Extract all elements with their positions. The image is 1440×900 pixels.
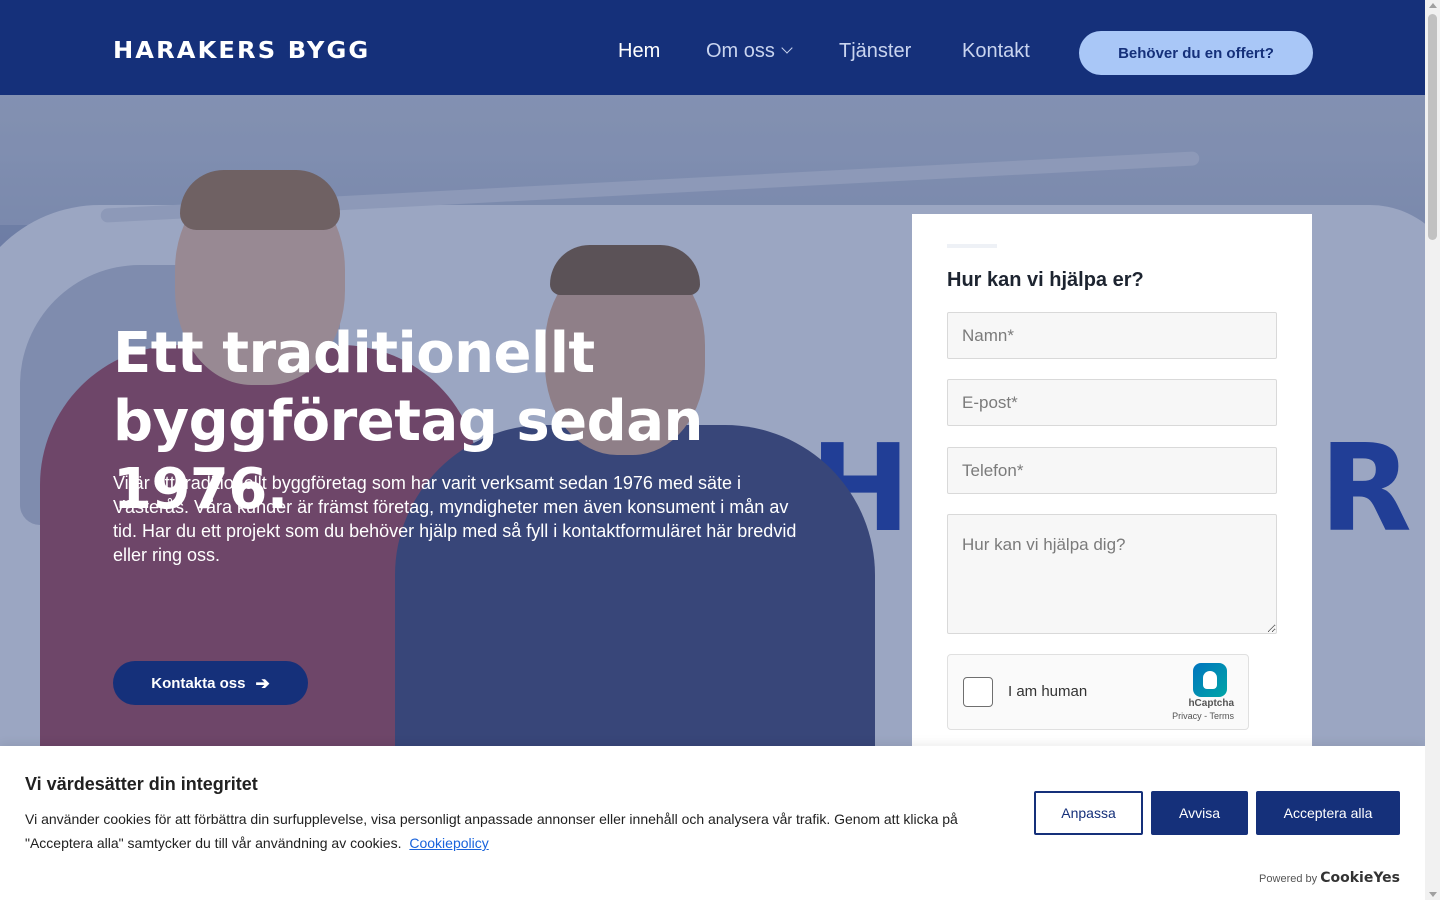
captcha-links[interactable]: Privacy - Terms	[1172, 711, 1234, 721]
contact-form-card: Hur kan vi hjälpa er? I am human hCaptch…	[912, 214, 1312, 774]
cookie-policy-link[interactable]: Cookiepolicy	[409, 835, 488, 851]
email-field[interactable]	[947, 379, 1277, 426]
chevron-down-icon	[781, 42, 793, 54]
cookie-text-container: Vi använder cookies för att förbättra di…	[25, 807, 1000, 855]
cookieyes-logo: CookieYes	[1320, 870, 1400, 886]
request-quote-button[interactable]: Behöver du en offert?	[1079, 31, 1313, 75]
cookie-accept-all-button[interactable]: Acceptera alla	[1256, 791, 1400, 835]
hcaptcha-logo-icon	[1193, 663, 1227, 697]
powered-by: Powered by CookieYes	[1259, 870, 1400, 886]
cookie-text: Vi använder cookies för att förbättra di…	[25, 811, 958, 851]
scroll-down-arrow-icon[interactable]	[1429, 892, 1437, 897]
contact-us-label: Kontakta oss	[151, 674, 246, 692]
powered-by-label: Powered by	[1259, 873, 1318, 885]
site-header: HARAKERS BYGG Hem Om oss Tjänster Kontak…	[0, 0, 1425, 95]
captcha-checkbox[interactable]	[963, 677, 993, 707]
cookie-customize-button[interactable]: Anpassa	[1034, 791, 1143, 835]
contact-us-button[interactable]: Kontakta oss ➔	[113, 661, 308, 705]
message-field[interactable]	[947, 514, 1277, 634]
scrollbar-thumb[interactable]	[1428, 14, 1437, 240]
scroll-up-arrow-icon[interactable]	[1429, 3, 1437, 8]
hcaptcha-widget: I am human hCaptcha Privacy - Terms	[947, 654, 1249, 730]
arrow-right-icon: ➔	[255, 673, 270, 693]
nav-item-services[interactable]: Tjänster	[839, 40, 911, 63]
name-field[interactable]	[947, 312, 1277, 359]
page-scrollbar[interactable]	[1425, 0, 1440, 900]
nav-item-about-label: Om oss	[706, 40, 775, 62]
cookie-reject-button[interactable]: Avvisa	[1151, 791, 1248, 835]
hero-description: Vi är ett traditionellt byggföretag som …	[113, 473, 797, 565]
nav-item-contact[interactable]: Kontakt	[962, 40, 1030, 63]
captcha-label: I am human	[1008, 683, 1088, 700]
form-accent-line	[947, 244, 997, 248]
cookie-title: Vi värdesätter din integritet	[25, 774, 258, 794]
nav-item-home[interactable]: Hem	[618, 40, 660, 63]
site-logo[interactable]: HARAKERS BYGG	[113, 38, 370, 64]
phone-field[interactable]	[947, 447, 1277, 494]
form-title: Hur kan vi hjälpa er?	[947, 269, 1144, 291]
captcha-brand: hCaptcha	[1188, 698, 1234, 709]
cookie-banner: Vi värdesätter din integritet Vi använde…	[0, 746, 1425, 900]
nav-item-about[interactable]: Om oss	[706, 40, 793, 63]
